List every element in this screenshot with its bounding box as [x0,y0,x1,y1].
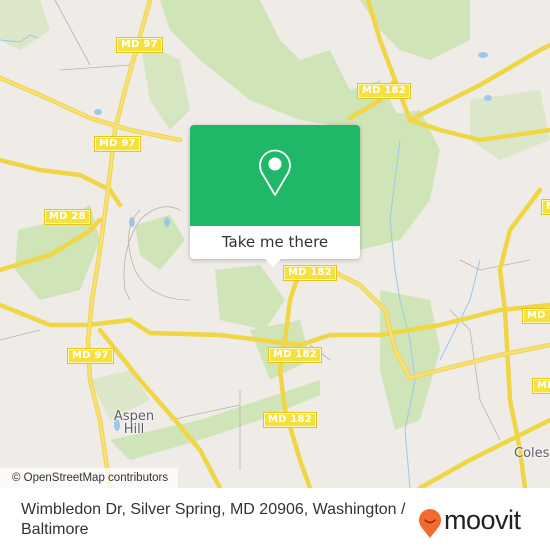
road-shield: MD [532,378,550,394]
road-shield: MD 182 [268,347,322,363]
road-shield: MD 6 [522,308,550,324]
road-shield: MD 182 [283,265,337,281]
map-pin-icon [259,149,291,196]
place-label-colesville: Colesv [514,446,550,461]
moovit-pin-icon [419,509,441,538]
road-shield: MD 97 [94,136,141,152]
take-me-there-button[interactable]: Take me there [190,226,360,259]
footer: Wimbledon Dr, Silver Spring, MD 20906, W… [0,488,550,550]
road-shield: M [541,199,550,215]
road-shield: MD 182 [263,412,317,428]
road-shield: MD 28 [44,209,91,225]
address-text: Wimbledon Dr, Silver Spring, MD 20906, W… [21,501,406,538]
road-shield: MD 182 [357,83,411,99]
popup-pointer [265,259,281,267]
popup-header [190,125,360,226]
road-shield: MD 97 [116,37,163,53]
location-popup[interactable]: Take me there [190,125,360,267]
road-shield: MD 97 [67,348,114,364]
place-label-aspen-hill: Aspen Hill [113,409,155,437]
moovit-logo[interactable]: moovit [418,504,521,544]
map-view[interactable]: MD 97 MD 97 MD 97 MD 28 MD 182 MD 182 MD… [0,0,550,488]
map-attribution[interactable]: © OpenStreetMap contributors [0,468,179,488]
brand-name: moovit [444,504,521,535]
